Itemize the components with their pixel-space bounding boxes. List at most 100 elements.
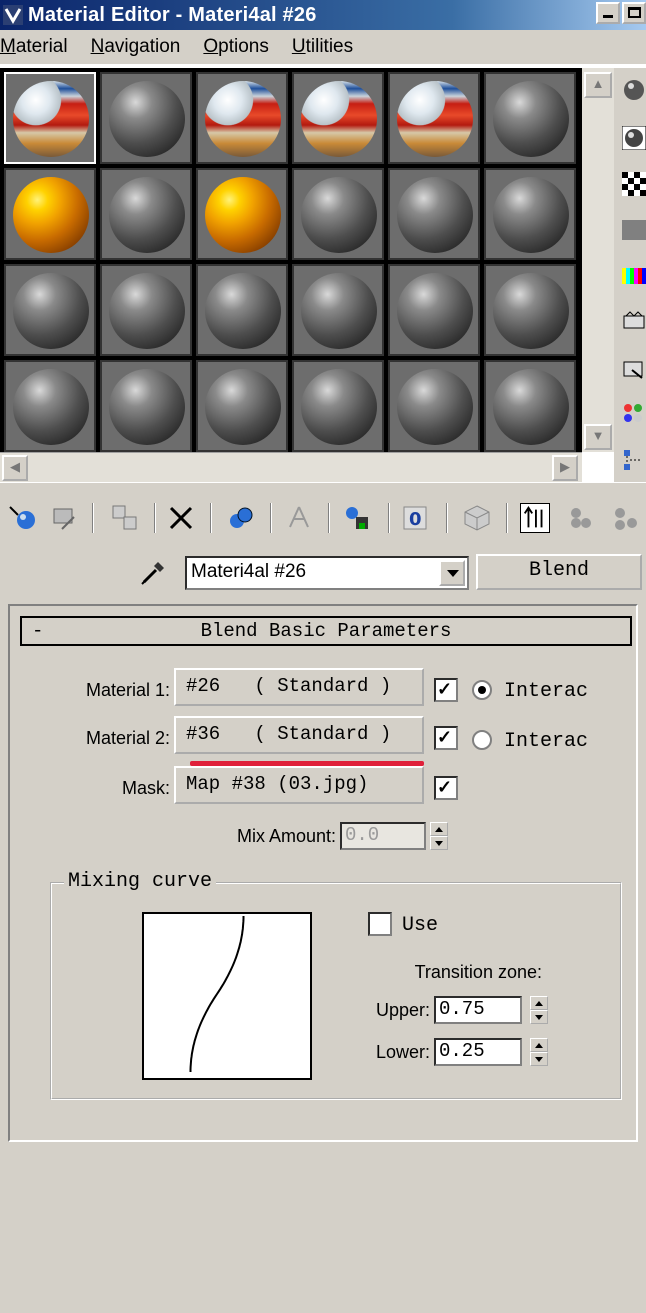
sample-slot[interactable] (4, 264, 96, 356)
sample-sphere-preview (205, 369, 281, 445)
sample-slot[interactable] (100, 72, 192, 164)
video-color-check-icon[interactable] (622, 264, 646, 288)
background-checker-icon[interactable] (622, 172, 646, 196)
material2-label: Material 2: (85, 728, 170, 748)
sample-slot[interactable] (388, 264, 480, 356)
sample-sphere-preview (397, 81, 473, 157)
pick-material-eyedropper-icon[interactable] (138, 558, 168, 588)
sample-slot[interactable] (100, 360, 192, 452)
sample-slot[interactable] (4, 72, 96, 164)
mixing-curve-line (189, 916, 245, 1072)
rollout-collapse-symbol: - (32, 620, 44, 642)
slots-horizontal-scrollbar[interactable]: ◀ ▶ (0, 452, 582, 482)
show-map-in-viewport-icon[interactable] (462, 503, 492, 533)
upper-spinner[interactable]: 0.75 (434, 996, 522, 1024)
material-effects-channel-icon[interactable]: 0 (402, 503, 432, 533)
sample-slot[interactable] (292, 168, 384, 260)
sample-sphere-preview (205, 177, 281, 253)
rollout-title: Blend Basic Parameters (200, 620, 452, 642)
select-by-material-icon[interactable] (622, 402, 646, 426)
sample-sphere-preview (13, 273, 89, 349)
menu-navigation[interactable]: Navigation (91, 36, 181, 58)
sample-slot[interactable] (196, 72, 288, 164)
scroll-up-button[interactable]: ▲ (584, 72, 612, 98)
sample-slot[interactable] (484, 168, 576, 260)
sample-sphere-preview (13, 177, 89, 253)
sample-sphere-preview (301, 177, 377, 253)
material1-interactive-radio[interactable] (472, 680, 492, 700)
reset-map-delete-icon[interactable] (166, 503, 196, 533)
sample-slot[interactable] (4, 168, 96, 260)
use-curve-checkbox[interactable] (368, 912, 392, 936)
sample-slot[interactable] (196, 168, 288, 260)
get-material-icon[interactable] (8, 503, 38, 533)
sample-sphere-preview (205, 81, 281, 157)
parameters-panel: - Blend Basic Parameters Material 1: #26… (0, 600, 646, 1313)
sample-sphere-preview (109, 273, 185, 349)
go-to-parent-icon[interactable] (566, 503, 596, 533)
mask-enable-checkbox[interactable]: ✓ (434, 776, 458, 800)
make-preview-icon[interactable] (622, 310, 646, 334)
maximize-button[interactable] (622, 2, 646, 24)
material2-button[interactable]: #36 ( Standard ) (174, 716, 424, 754)
mix-amount-spinner-arrows[interactable] (430, 822, 448, 850)
side-toolbar (614, 68, 646, 482)
menu-options[interactable]: Options (203, 36, 268, 58)
put-material-to-scene-icon[interactable] (50, 503, 80, 533)
material-name-dropdown-button[interactable] (439, 560, 465, 586)
make-unique-icon[interactable] (284, 503, 314, 533)
sample-sphere-preview (301, 273, 377, 349)
sample-slot[interactable] (484, 264, 576, 356)
assign-material-to-selection-icon[interactable] (110, 503, 140, 533)
sample-sphere-preview (493, 273, 569, 349)
sample-slot[interactable] (100, 168, 192, 260)
material-map-navigator-icon[interactable] (622, 448, 646, 472)
material2-enable-checkbox[interactable]: ✓ (434, 726, 458, 750)
scroll-right-button[interactable]: ▶ (552, 455, 578, 481)
menu-material[interactable]: Material (0, 36, 68, 58)
sample-slot[interactable] (292, 72, 384, 164)
material-name-text: Materi4al #26 (191, 561, 307, 582)
sample-slot[interactable] (292, 360, 384, 452)
options-icon[interactable] (622, 358, 646, 382)
material-type-button[interactable]: Blend (476, 554, 642, 590)
material1-button[interactable]: #26 ( Standard ) (174, 668, 424, 706)
material1-label: Material 1: (85, 680, 170, 700)
window-title: Material Editor - Materi4al #26 (28, 3, 317, 26)
sample-slot[interactable] (388, 168, 480, 260)
make-material-copy-icon[interactable] (226, 503, 256, 533)
sample-slot[interactable] (196, 360, 288, 452)
rollout-header[interactable]: - Blend Basic Parameters (20, 616, 632, 646)
sample-slot[interactable] (388, 360, 480, 452)
material2-interactive-radio[interactable] (472, 730, 492, 750)
material-editor-window: Material Editor - Materi4al #26 Material… (0, 0, 646, 1313)
sample-slot[interactable] (196, 264, 288, 356)
transition-zone-label: Transition zone: (414, 962, 542, 982)
minimize-button[interactable] (596, 2, 620, 24)
sample-slot[interactable] (100, 264, 192, 356)
lower-spinner-arrows[interactable] (530, 1038, 548, 1066)
sample-uv-tiling-icon[interactable] (622, 218, 646, 242)
mix-amount-spinner[interactable]: 0.0 (340, 822, 426, 850)
slots-vertical-scrollbar[interactable]: ▲ ▼ (582, 68, 614, 452)
scroll-left-button[interactable]: ◀ (2, 455, 28, 481)
sample-slot[interactable] (484, 72, 576, 164)
menu-utilities[interactable]: Utilities (292, 36, 353, 58)
max-app-icon (3, 5, 23, 25)
sample-slot[interactable] (292, 264, 384, 356)
go-forward-to-sibling-icon[interactable] (610, 503, 640, 533)
lower-spinner[interactable]: 0.25 (434, 1038, 522, 1066)
material1-enable-checkbox[interactable]: ✓ (434, 678, 458, 702)
mask-map-button[interactable]: Map #38 (03.jpg) (174, 766, 424, 804)
scroll-down-button[interactable]: ▼ (584, 424, 612, 450)
show-end-result-icon[interactable] (520, 503, 550, 533)
sample-slot[interactable] (4, 360, 96, 452)
sample-type-sphere-icon[interactable] (622, 78, 646, 102)
sample-slot[interactable] (484, 360, 576, 452)
sample-sphere-preview (397, 369, 473, 445)
put-to-library-icon[interactable] (342, 503, 372, 533)
material-name-field[interactable]: Materi4al #26 (185, 556, 469, 590)
backlight-icon[interactable] (622, 126, 646, 150)
upper-spinner-arrows[interactable] (530, 996, 548, 1024)
sample-slot[interactable] (388, 72, 480, 164)
